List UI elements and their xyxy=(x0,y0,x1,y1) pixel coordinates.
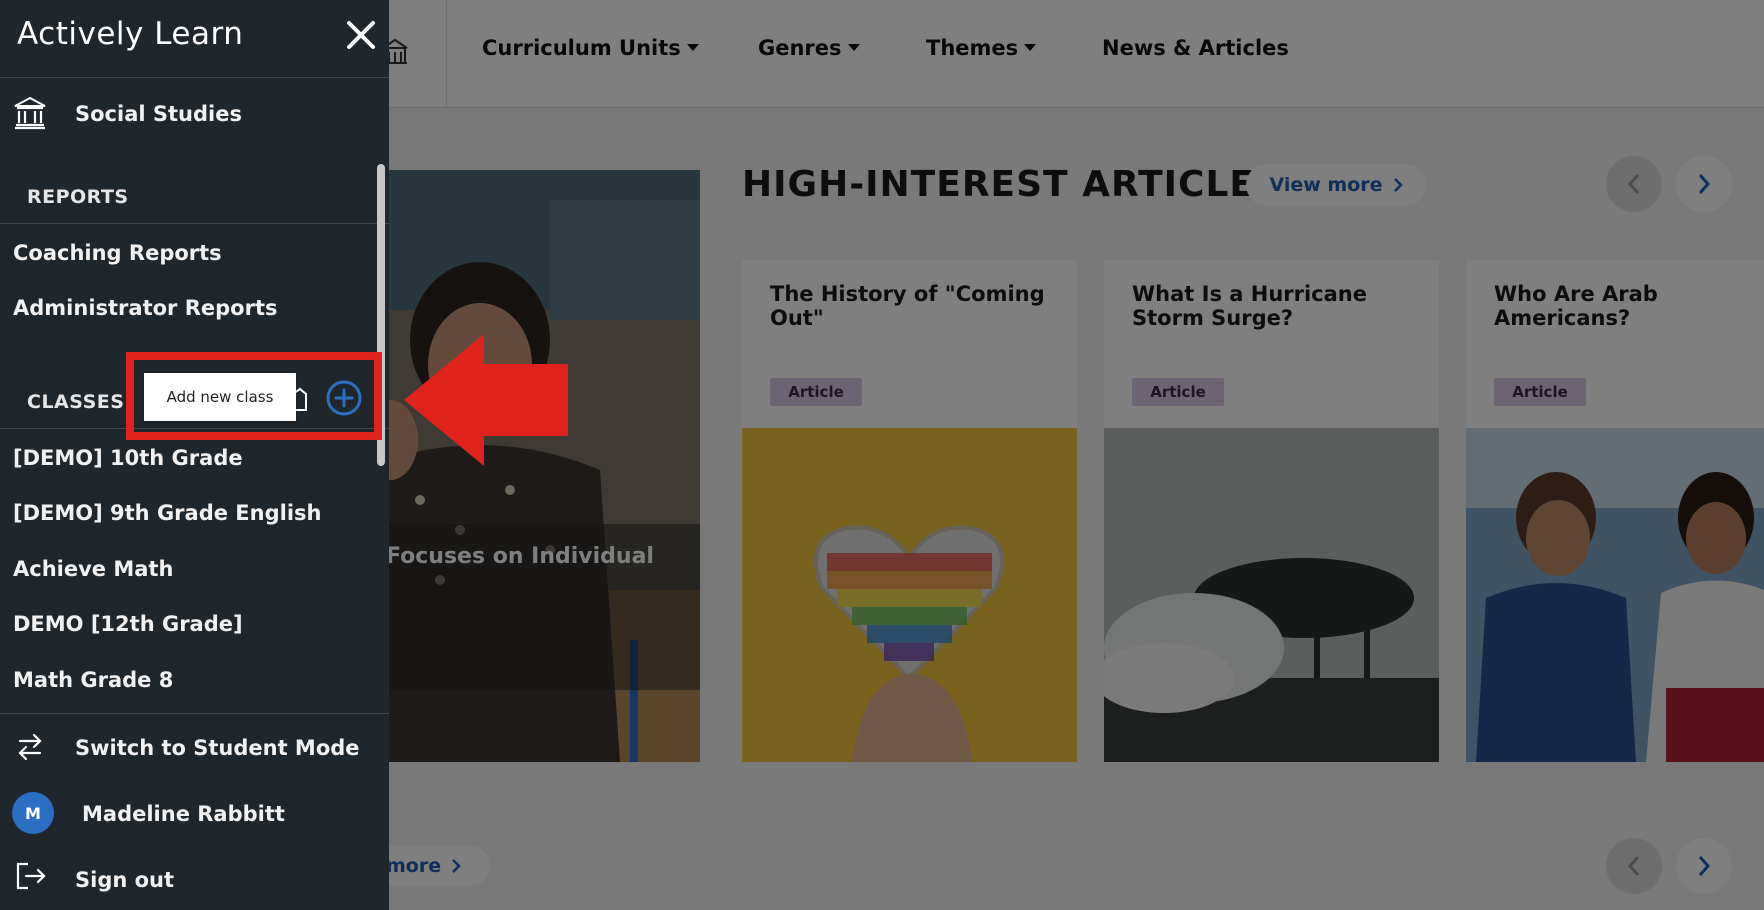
switch-student-mode-label: Switch to Student Mode xyxy=(75,736,360,760)
classes-header: CLASSES xyxy=(27,391,125,413)
class-item[interactable]: DEMO [12th Grade] xyxy=(13,612,243,636)
reports-header: REPORTS xyxy=(27,186,129,208)
add-class-tooltip: Add new class xyxy=(144,373,296,421)
class-item[interactable]: [DEMO] 9th Grade English xyxy=(13,501,321,525)
user-name: Madeline Rabbitt xyxy=(82,802,285,826)
administrator-reports-link[interactable]: Administrator Reports xyxy=(13,296,277,320)
institution-icon xyxy=(14,96,46,130)
subject-label: Social Studies xyxy=(75,102,242,126)
class-item[interactable]: Math Grade 8 xyxy=(13,668,173,692)
class-item[interactable]: Achieve Math xyxy=(13,557,173,581)
divider xyxy=(0,713,389,714)
swap-arrows-icon xyxy=(18,733,42,761)
divider xyxy=(0,77,389,78)
side-drawer: Actively Learn Social Studies REPORTS Co… xyxy=(0,0,389,910)
close-icon[interactable] xyxy=(344,18,378,52)
sign-out-label: Sign out xyxy=(75,868,175,892)
coaching-reports-link[interactable]: Coaching Reports xyxy=(13,241,222,265)
avatar: M xyxy=(12,792,54,834)
divider xyxy=(0,223,389,224)
pointer-arrow xyxy=(404,334,568,466)
brand-logo: Actively Learn xyxy=(17,16,244,52)
sign-out-icon xyxy=(16,862,46,890)
class-item[interactable]: [DEMO] 10th Grade xyxy=(13,446,243,470)
